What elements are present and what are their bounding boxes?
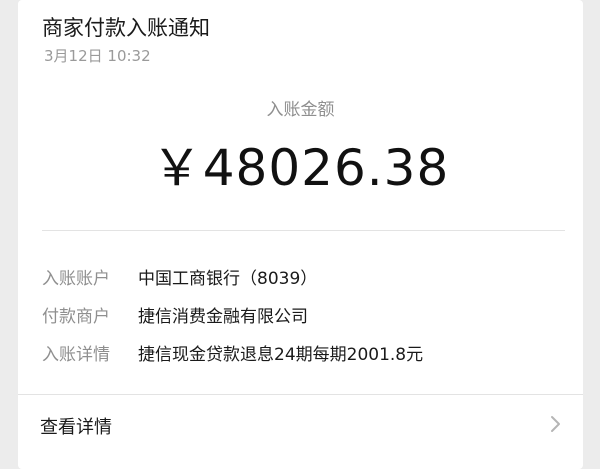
detail-label: 入账账户 [42, 268, 110, 289]
section-divider [42, 230, 565, 231]
detail-label: 付款商户 [42, 306, 110, 327]
detail-label: 入账详情 [42, 344, 110, 365]
notification-timestamp: 3月12日 10:32 [44, 47, 151, 65]
detail-row-description: 入账详情 捷信现金贷款退息24期每期2001.8元 [42, 334, 572, 370]
view-details-label: 查看详情 [40, 417, 112, 438]
detail-row-account: 入账账户 中国工商银行（8039） [42, 258, 572, 294]
detail-row-merchant: 付款商户 捷信消费金融有限公司 [42, 296, 572, 332]
notification-title: 商家付款入账通知 [42, 16, 210, 40]
detail-value: 捷信消费金融有限公司 [138, 306, 308, 327]
details-list: 入账账户 中国工商银行（8039） 付款商户 捷信消费金融有限公司 入账详情 捷… [42, 258, 572, 372]
detail-value: 捷信现金贷款退息24期每期2001.8元 [138, 344, 424, 365]
amount-value: ￥48026.38 [151, 139, 450, 197]
detail-value: 中国工商银行（8039） [138, 268, 318, 289]
chevron-right-icon [551, 416, 560, 432]
notification-card: 商家付款入账通知 3月12日 10:32 入账金额 ￥48026.38 入账账户… [18, 0, 583, 469]
amount-label: 入账金额 [266, 100, 335, 120]
view-details-link[interactable]: 查看详情 [18, 395, 583, 455]
